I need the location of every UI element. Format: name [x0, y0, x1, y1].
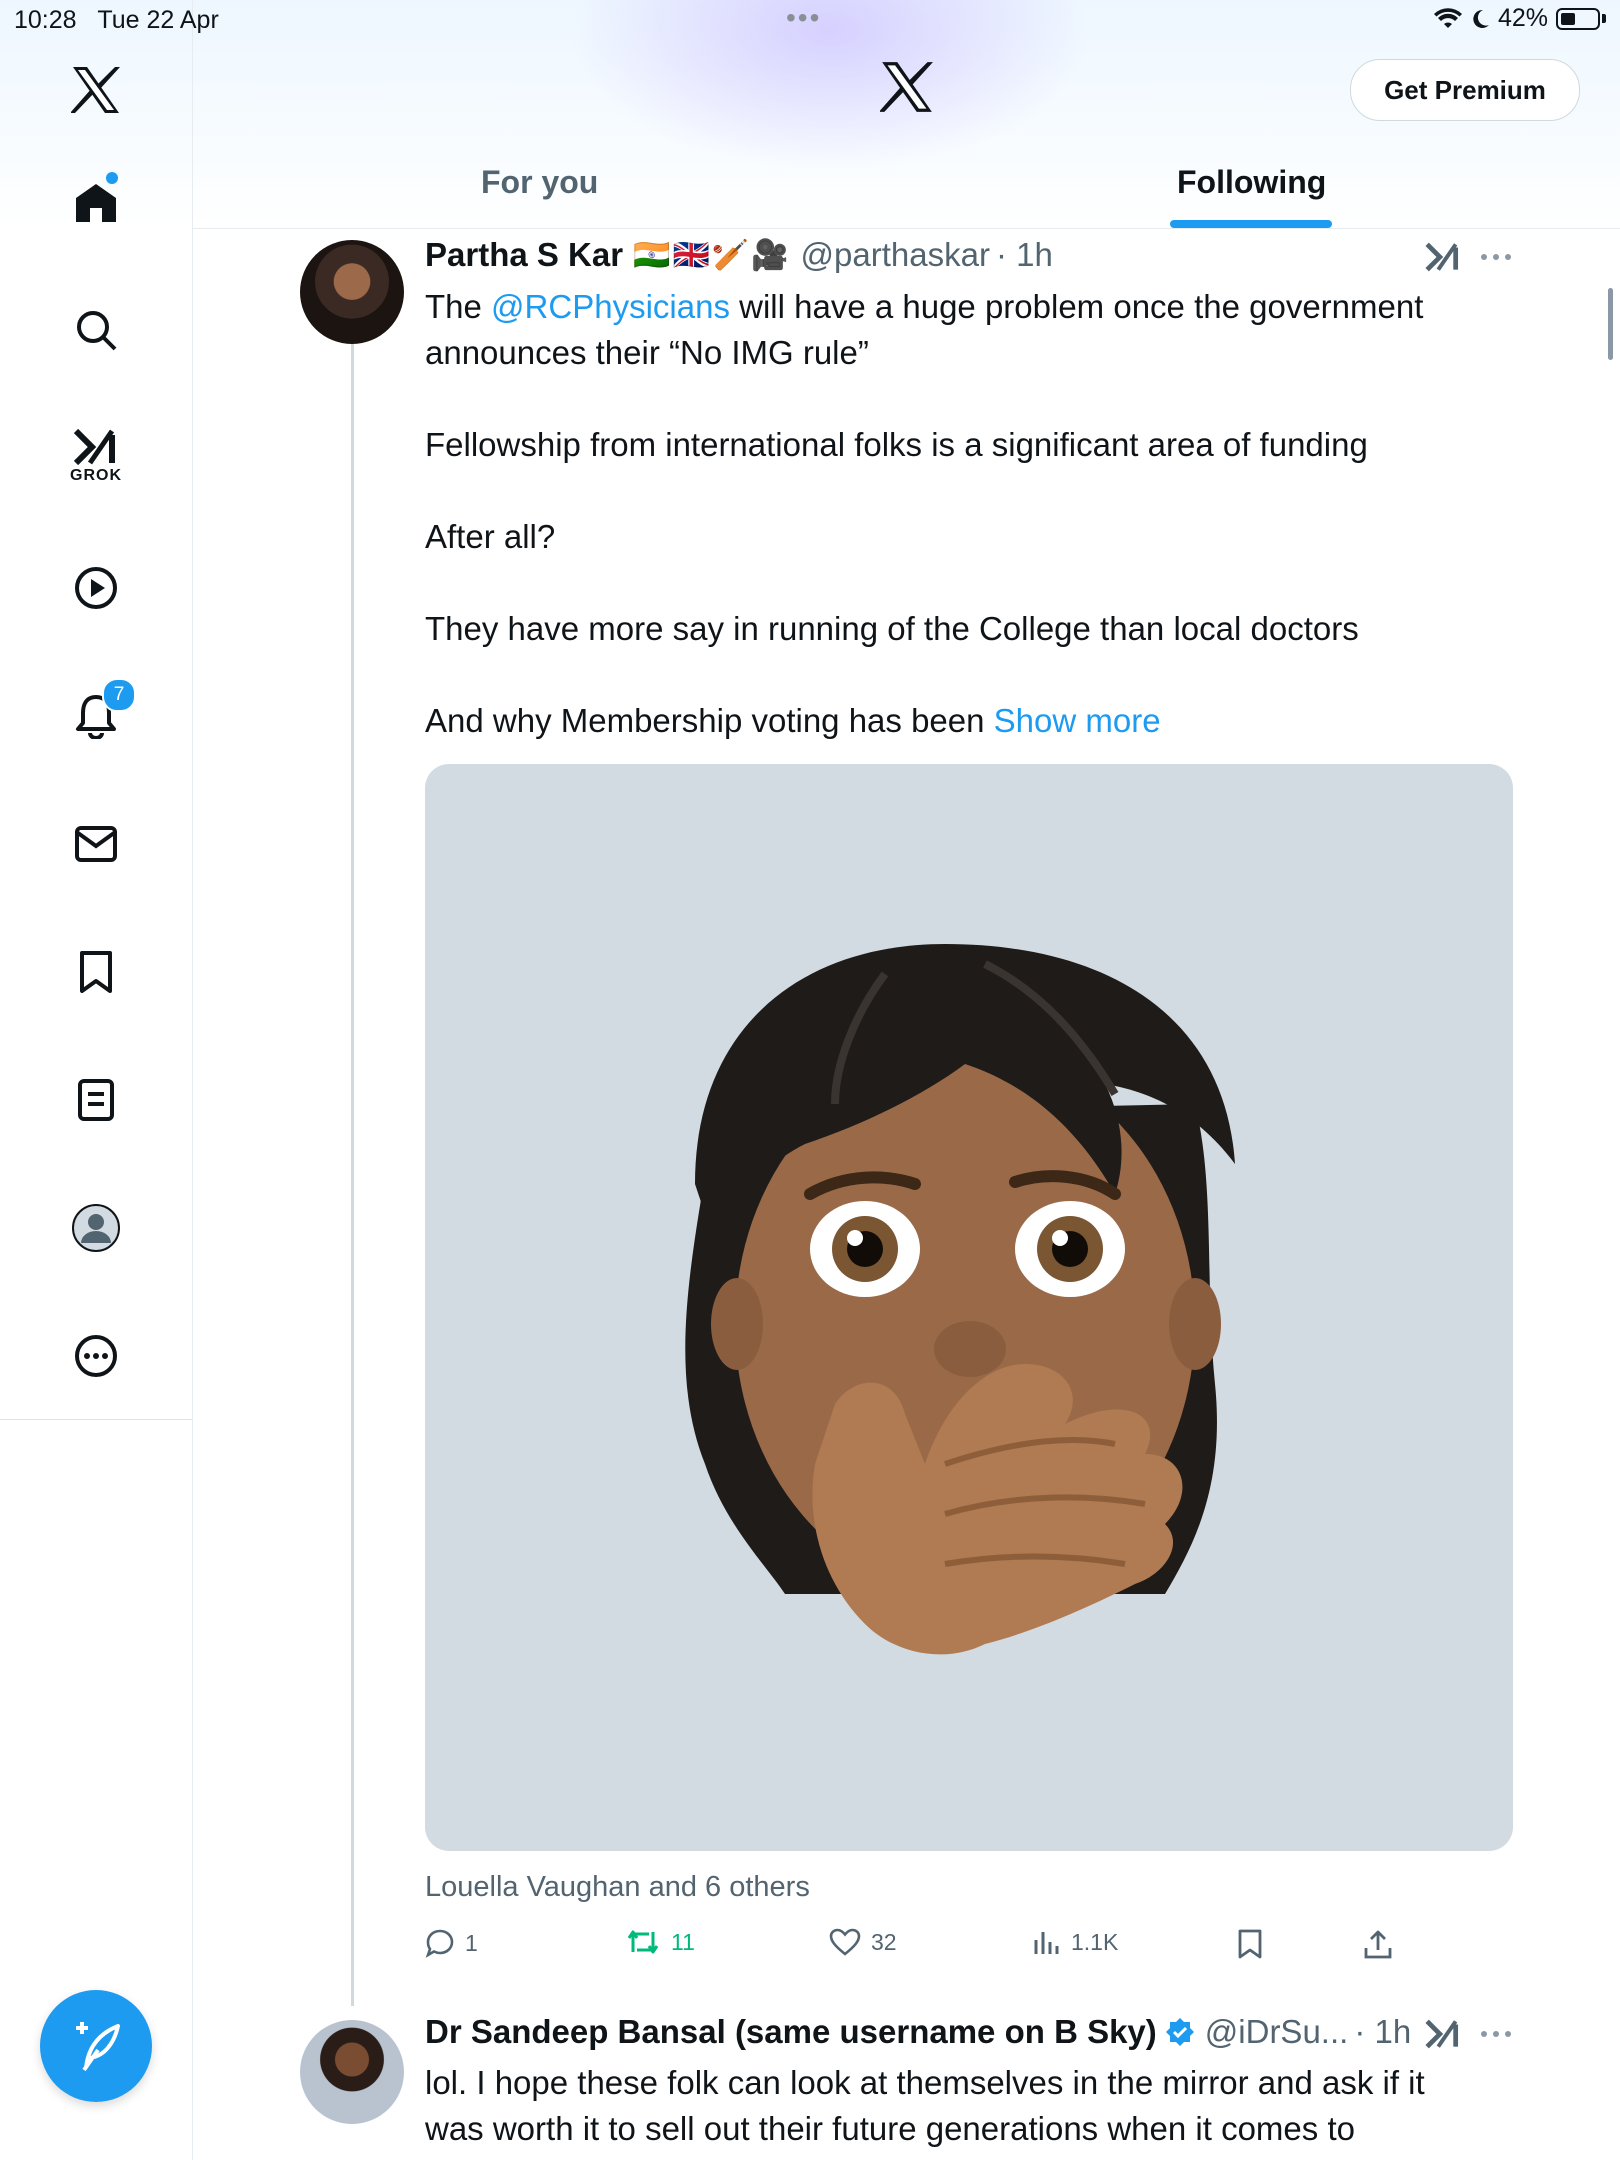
- play-icon: [75, 567, 117, 609]
- reply-button[interactable]: 1: [425, 1928, 478, 1958]
- reply-icon: [425, 1929, 454, 1958]
- text-prefix: The: [425, 288, 492, 325]
- more-icon: [75, 1335, 117, 1377]
- sidebar-item-grok[interactable]: GROK: [56, 416, 136, 496]
- search-icon: [77, 311, 117, 351]
- post-text: The @RCPhysicians will have a huge probl…: [425, 284, 1485, 744]
- wifi-icon: [1433, 7, 1462, 28]
- text-last-line: And why Membership voting has been: [425, 702, 994, 739]
- scrollbar[interactable]: [1608, 288, 1613, 360]
- author-handle[interactable]: @parthaskar: [801, 236, 990, 274]
- sidebar-item-home[interactable]: [56, 162, 136, 242]
- sidebar: GROK 7: [0, 0, 193, 2160]
- show-more-link[interactable]: Show more: [994, 702, 1161, 739]
- tab-following[interactable]: Following: [1177, 164, 1326, 201]
- post-paragraph: The @RCPhysicians will have a huge probl…: [425, 284, 1485, 376]
- post-paragraph: And why Membership voting has been Show …: [425, 698, 1485, 744]
- post-text: lol. I hope these folk can look at thems…: [425, 2064, 1425, 2147]
- repost-count: 11: [671, 1928, 695, 1955]
- post-menu: [1424, 2017, 1512, 2051]
- notification-badge: 7: [102, 678, 136, 712]
- post-header: Dr Sandeep Bansal (same username on B Sk…: [425, 2013, 1411, 2051]
- post-paragraph: After all?: [425, 518, 556, 555]
- grok-icon[interactable]: [1424, 240, 1462, 274]
- mention-link[interactable]: @RCPhysicians: [491, 288, 730, 325]
- status-time: 10:28 Tue 22 Apr: [14, 6, 219, 35]
- bookmark-icon: [1238, 1929, 1262, 1959]
- timeline-tabs: For you Following: [193, 150, 1620, 229]
- repost-icon: [627, 1930, 659, 1954]
- avatar[interactable]: [300, 240, 404, 344]
- sidebar-item-more[interactable]: [56, 1316, 136, 1396]
- heart-icon: [829, 1928, 861, 1956]
- post-menu: [1424, 240, 1512, 274]
- status-right: 42%: [1433, 4, 1606, 33]
- battery-icon: [1556, 7, 1600, 30]
- list-icon: [78, 1079, 114, 1121]
- battery-cap: [1602, 14, 1606, 23]
- share-icon: [1364, 1930, 1392, 1959]
- author-name[interactable]: Partha S Kar: [425, 236, 623, 274]
- liked-by-text[interactable]: Louella Vaughan and 6 others: [425, 1871, 810, 1904]
- battery-percent: 42%: [1497, 4, 1548, 32]
- bookmark-button[interactable]: [1237, 1928, 1263, 1960]
- views-button[interactable]: 1.1K: [1033, 1928, 1118, 1956]
- views-icon: [1034, 1932, 1059, 1954]
- compose-button[interactable]: [40, 1990, 152, 2102]
- home-unread-dot: [106, 172, 118, 184]
- active-tab-indicator: [1170, 220, 1332, 228]
- grok-icon: [73, 428, 115, 466]
- memoji-image: [685, 944, 1235, 1655]
- battery-fill: [1561, 12, 1575, 25]
- avatar[interactable]: [300, 2020, 404, 2124]
- reply-count: 1: [465, 1929, 478, 1956]
- verified-badge-icon: [1165, 2018, 1194, 2046]
- more-options-icon[interactable]: [1480, 2029, 1512, 2039]
- post-header: Partha S Kar 🇮🇳🇬🇧🏏🎥 @parthaskar · 1h: [425, 236, 1053, 274]
- sidebar-item-bookmarks[interactable]: [56, 932, 136, 1012]
- author-handle[interactable]: @iDrSu...: [1205, 2013, 1349, 2051]
- grok-label: GROK: [70, 467, 122, 484]
- author-name[interactable]: Dr Sandeep Bansal (same username on B Sk…: [425, 2013, 1157, 2051]
- share-button[interactable]: [1363, 1928, 1393, 1960]
- mail-icon: [75, 826, 117, 862]
- time-text: 10:28: [14, 6, 77, 34]
- header-x-logo-icon[interactable]: [878, 62, 934, 117]
- like-count: 32: [871, 1928, 897, 1955]
- grok-icon[interactable]: [1424, 2017, 1462, 2051]
- sidebar-item-search[interactable]: [56, 290, 136, 370]
- post-time[interactable]: · 1h: [996, 236, 1053, 274]
- more-options-icon[interactable]: [1480, 252, 1512, 262]
- name-emojis: 🇮🇳🇬🇧🏏🎥: [633, 238, 791, 272]
- post-paragraph: Fellowship from international folks is a…: [425, 426, 1368, 463]
- multitasking-dots-icon[interactable]: •••: [786, 2, 821, 34]
- sidebar-divider: [0, 1419, 192, 1420]
- get-premium-button[interactable]: Get Premium: [1350, 59, 1580, 121]
- compose-icon: [76, 2022, 120, 2072]
- home-icon: [76, 184, 116, 222]
- profile-icon: [72, 1204, 120, 1252]
- sidebar-item-notifications[interactable]: 7: [56, 676, 136, 756]
- sidebar-item-video[interactable]: [56, 548, 136, 628]
- sidebar-item-profile[interactable]: [56, 1188, 136, 1268]
- view-count: 1.1K: [1071, 1928, 1119, 1955]
- repost-button[interactable]: 11: [625, 1928, 695, 1956]
- moon-icon: [1473, 9, 1489, 28]
- date-text: Tue 22 Apr: [97, 6, 219, 34]
- tab-for-you[interactable]: For you: [481, 164, 598, 201]
- status-bar: 10:28 Tue 22 Apr ••• 42%: [0, 0, 1620, 44]
- post-media-memoji[interactable]: [425, 764, 1513, 1851]
- sidebar-item-lists[interactable]: [56, 1060, 136, 1140]
- post-actions: 1 11 32 1.1K: [425, 1928, 1425, 1968]
- like-button[interactable]: 32: [829, 1928, 897, 1956]
- thread-line: [351, 316, 354, 2006]
- bookmark-icon: [80, 951, 112, 993]
- sidebar-item-messages[interactable]: [56, 804, 136, 884]
- post-time[interactable]: · 1h: [1354, 2013, 1411, 2051]
- post-paragraph: They have more say in running of the Col…: [425, 610, 1359, 647]
- x-logo-icon[interactable]: [56, 50, 136, 130]
